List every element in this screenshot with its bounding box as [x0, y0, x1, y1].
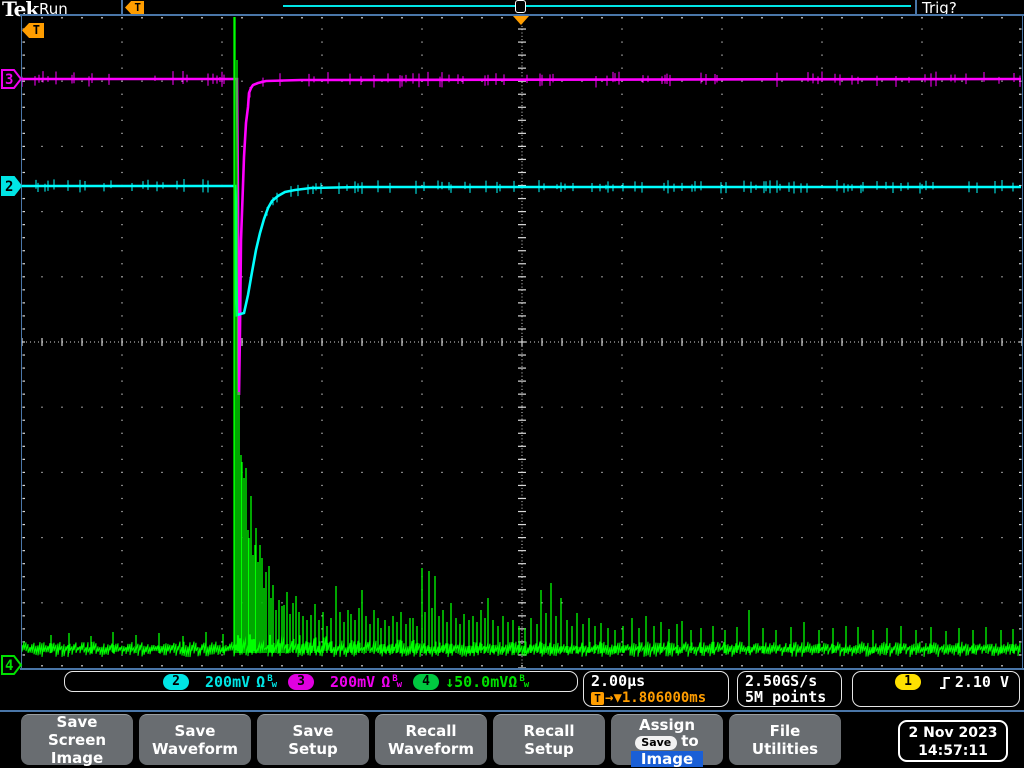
- ch3-scale: 200mV: [330, 672, 376, 691]
- ch3-bandwidth-icon: Bw: [392, 673, 402, 690]
- date-label: 2 Nov 2023: [908, 725, 998, 741]
- ch4-scale: ↓50.0mV: [445, 672, 509, 691]
- record-view-bar[interactable]: T: [121, 0, 917, 15]
- save-pill-icon: Save: [635, 736, 678, 750]
- trigger-t-icon: T: [591, 691, 604, 705]
- record-length: 5M points: [745, 688, 827, 706]
- svg-text:4: 4: [5, 658, 13, 674]
- menu-separator: [0, 710, 1024, 712]
- svg-text:3: 3: [5, 72, 13, 88]
- trigger-source-badge: 1: [895, 674, 921, 690]
- trigger-delay-value: 1.806000ms: [621, 690, 707, 706]
- svg-text:2: 2: [5, 179, 13, 195]
- ch2-bandwidth-icon: Bw: [267, 673, 277, 690]
- channel4-marker[interactable]: 4: [1, 655, 23, 675]
- record-expansion-marker[interactable]: [515, 0, 526, 13]
- ch4-badge: 4: [413, 673, 440, 690]
- recall-waveform-button[interactable]: Recall Waveform: [375, 714, 487, 765]
- save-waveform-button[interactable]: Save Waveform: [139, 714, 251, 765]
- delay-arrow: →: [605, 690, 614, 706]
- datetime-display: 2 Nov 2023 14:57:11: [898, 720, 1008, 762]
- file-utilities-button[interactable]: File Utilities: [729, 714, 841, 765]
- acquisition-readout[interactable]: 2.50GS/s 5M points: [737, 671, 842, 707]
- channel2-marker[interactable]: 2: [1, 176, 23, 196]
- trigger-readout[interactable]: 1 2.10 V: [852, 671, 1020, 707]
- channel-scale-readout[interactable]: 2 200mV Ω Bw 3 200mV Ω Bw 4 ↓50.0mV Ω Bw: [64, 671, 578, 692]
- trigger-level-value: 2.10 V: [954, 673, 1009, 691]
- assign-target-value: Image: [631, 751, 703, 767]
- ch2-badge: 2: [163, 673, 189, 690]
- trigger-position-arrow-icon[interactable]: [513, 16, 529, 25]
- ch3-badge: 3: [288, 673, 315, 690]
- recall-setup-button[interactable]: Recall Setup: [493, 714, 605, 765]
- ch3-coupling: Ω: [381, 672, 391, 691]
- save-screen-image-button[interactable]: Save Screen Image: [21, 713, 133, 767]
- record-ch2-preview: [283, 5, 911, 7]
- waveform-display: [21, 15, 1023, 669]
- graticule-bottom-frame: [20, 668, 1024, 670]
- horizontal-readout[interactable]: 2.00µs T → ▼ 1.806000ms: [583, 671, 729, 707]
- ch2-coupling: Ω: [256, 672, 266, 691]
- ch4-coupling: Ω: [508, 672, 518, 691]
- delay-marker: ▼: [613, 690, 622, 706]
- rising-edge-icon: [940, 677, 950, 689]
- sample-rate: 2.50GS/s: [745, 672, 818, 690]
- save-setup-button[interactable]: Save Setup: [257, 714, 369, 765]
- channel3-marker[interactable]: 3: [1, 69, 23, 89]
- time-label: 14:57:11: [918, 743, 988, 759]
- horizontal-scale: 2.00µs: [591, 672, 646, 690]
- assign-save-button[interactable]: Assign Save to Image: [611, 714, 723, 767]
- waveform-svg: [21, 15, 1023, 669]
- ch2-scale: 200mV: [205, 672, 251, 691]
- ch4-bandwidth-icon: Bw: [519, 673, 529, 690]
- record-trigger-flag-icon[interactable]: T: [125, 1, 144, 14]
